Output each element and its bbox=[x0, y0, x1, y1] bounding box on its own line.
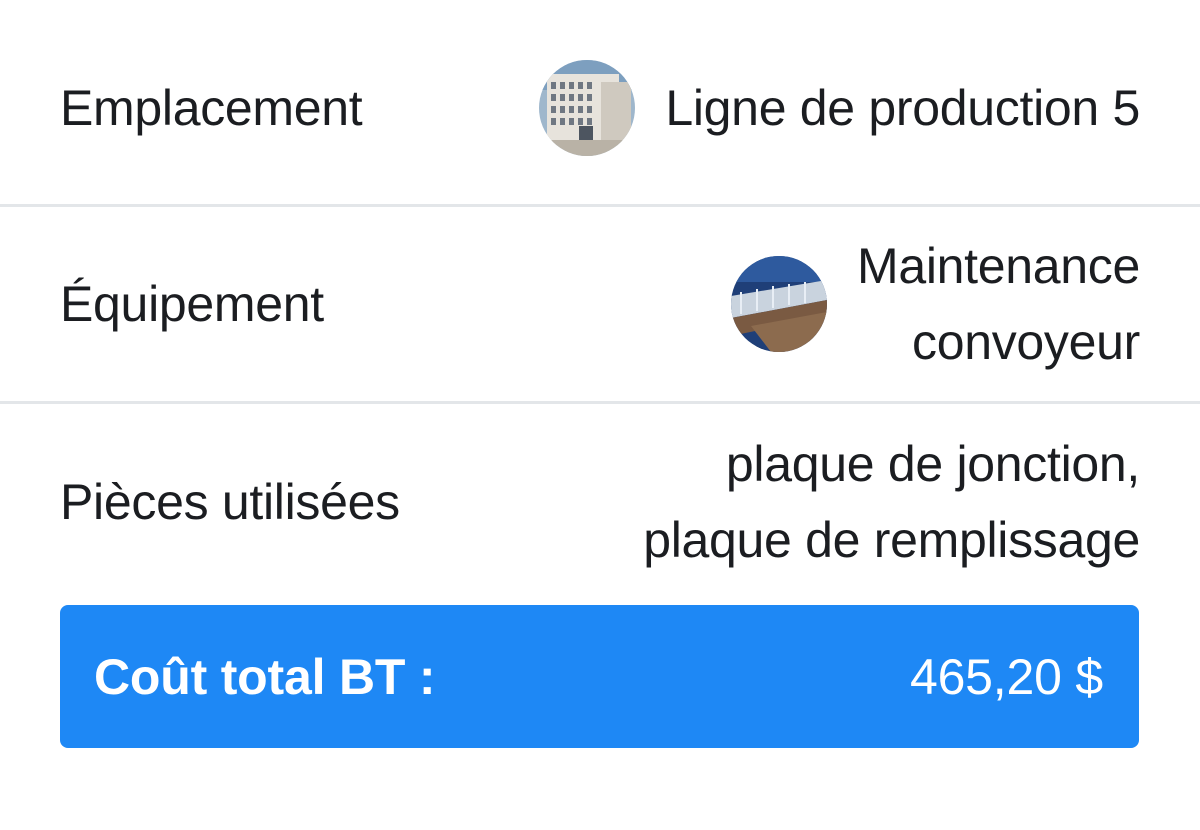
parts-used-row: Pièces utilisées plaque de jonction, pla… bbox=[60, 404, 1140, 600]
equipment-value-group[interactable]: Maintenance convoyeur bbox=[730, 228, 1140, 380]
total-cost-label: Coût total BT : bbox=[94, 648, 436, 705]
building-photo-avatar bbox=[539, 60, 636, 156]
parts-used-label: Pièces utilisées bbox=[60, 474, 400, 530]
total-cost-bar: Coût total BT : 465,20 $ bbox=[60, 605, 1139, 748]
parts-used-value-line-1: plaque de jonction, bbox=[725, 436, 1140, 492]
location-value-group[interactable]: Ligne de production 5 bbox=[539, 60, 1140, 156]
total-cost-value: 465,20 $ bbox=[909, 648, 1103, 705]
equipment-value-line-1: Maintenance bbox=[856, 238, 1140, 294]
conveyor-photo-avatar bbox=[730, 256, 827, 352]
parts-used-value: plaque de jonction, plaque de remplissag… bbox=[643, 426, 1140, 578]
location-value: Ligne de production 5 bbox=[665, 70, 1140, 146]
equipment-row: Équipement Maintenance convoyeur bbox=[60, 207, 1140, 401]
location-label: Emplacement bbox=[60, 80, 363, 136]
equipment-value-line-2: convoyeur bbox=[912, 314, 1140, 370]
parts-used-value-line-2: plaque de remplissage bbox=[643, 512, 1140, 568]
equipment-label: Équipement bbox=[60, 276, 324, 332]
location-row: Emplacement Ligne de production 5 bbox=[60, 12, 1140, 204]
location-value-line: Ligne de production 5 bbox=[665, 80, 1140, 136]
equipment-value: Maintenance convoyeur bbox=[857, 228, 1140, 380]
work-order-summary-card: Emplacement Ligne de production 5 Équipe… bbox=[0, 0, 1200, 830]
